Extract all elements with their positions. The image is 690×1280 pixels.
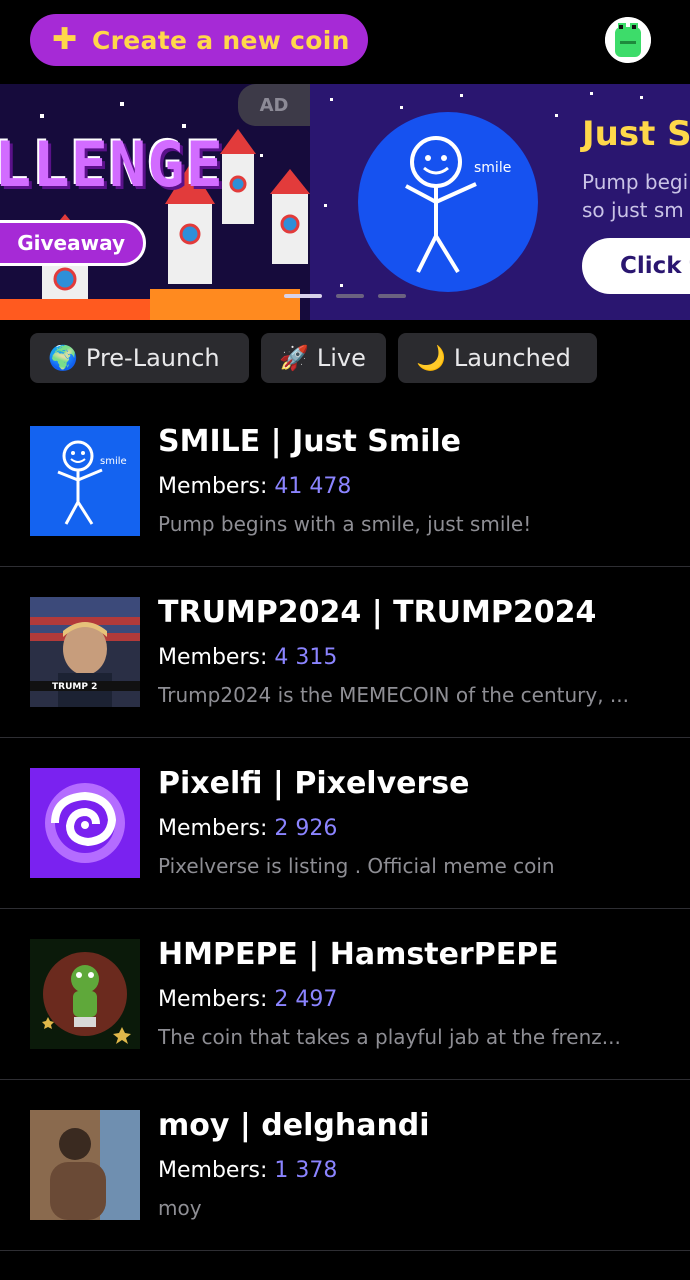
coin-description: Pixelverse is listing . Official meme co… — [158, 854, 555, 878]
promo-carousel[interactable]: LLENGE Giveaway AD smile Just S Pump beg… — [0, 84, 690, 320]
smile-slide-text-line1: Pump begi — [582, 170, 689, 194]
moon-icon: 🌙 — [416, 344, 446, 372]
coin-name: HMPEPE | HamsterPEPE — [158, 937, 559, 972]
carousel-dot-2[interactable] — [336, 294, 364, 298]
coin-thumbnail: TRUMP 2 — [30, 597, 140, 707]
carousel-dot-3[interactable] — [378, 294, 406, 298]
trump-poster-thumb: TRUMP 2 — [30, 597, 140, 707]
members-count: 2 497 — [274, 987, 338, 1012]
coin-name: SMILE | Just Smile — [158, 424, 462, 459]
smile-logo-text: smile — [474, 160, 511, 176]
pixel-swirl-thumb — [30, 768, 140, 878]
coin-thumbnail: smile — [30, 426, 140, 536]
coin-members: Members: 1 378 — [158, 1158, 337, 1183]
coin-name: TRUMP2024 | TRUMP2024 — [158, 595, 597, 630]
tab-launched[interactable]: 🌙 Launched — [398, 333, 597, 383]
members-label: Members: — [158, 1158, 268, 1183]
smile-stickman-thumb: smile — [30, 426, 140, 536]
smile-slide-title: Just S — [582, 114, 690, 154]
members-count: 4 315 — [274, 645, 338, 670]
coin-list: smile SMILE | Just Smile Members: 41 478… — [0, 396, 690, 1251]
carousel-dot-1[interactable] — [284, 294, 322, 298]
coin-list-item[interactable]: moy | delghandi Members: 1 378 moy — [0, 1080, 690, 1251]
coin-thumbnail — [30, 1110, 140, 1220]
tab-live-label: Live — [316, 344, 366, 372]
thumb-trump-text: TRUMP 2 — [52, 682, 97, 692]
coin-description: moy — [158, 1196, 202, 1220]
tab-pre-launch[interactable]: 🌍 Pre-Launch — [30, 333, 249, 383]
coin-name: Pixelfi | Pixelverse — [158, 766, 470, 801]
click-button[interactable]: Click t — [582, 238, 690, 294]
create-coin-button[interactable]: ✚ Create a new coin — [30, 14, 368, 66]
avatar[interactable] — [605, 17, 651, 63]
smile-slide[interactable]: smile Just S Pump begi so just sm Click … — [310, 84, 690, 320]
top-bar: ✚ Create a new coin — [0, 0, 690, 84]
coin-thumbnail — [30, 768, 140, 878]
members-count: 41 478 — [274, 474, 352, 499]
coin-members: Members: 2 497 — [158, 987, 337, 1012]
coin-members: Members: 41 478 — [158, 474, 351, 499]
members-label: Members: — [158, 474, 268, 499]
coin-list-item[interactable]: TRUMP 2 TRUMP2024 | TRUMP2024 Members: 4… — [0, 567, 690, 738]
coin-description: Pump begins with a smile, just smile! — [158, 512, 532, 536]
members-label: Members: — [158, 987, 268, 1012]
rocket-icon: 🚀 — [279, 344, 309, 372]
carousel-indicator[interactable] — [284, 294, 406, 298]
coin-description: The coin that takes a playful jab at the… — [158, 1025, 621, 1049]
tab-launched-label: Launched — [453, 344, 571, 372]
coin-members: Members: 4 315 — [158, 645, 337, 670]
members-label: Members: — [158, 645, 268, 670]
stickman-icon: smile — [405, 136, 511, 274]
coin-list-item[interactable]: HMPEPE | HamsterPEPE Members: 2 497 The … — [0, 909, 690, 1080]
filter-tabs: 🌍 Pre-Launch 🚀 Live 🌙 Launched — [30, 333, 597, 383]
smile-slide-text-line2: so just sm — [582, 198, 684, 222]
thumb-smile-text: smile — [100, 456, 127, 467]
photo-placeholder-thumb — [30, 1110, 140, 1220]
plus-icon: ✚ — [52, 22, 78, 57]
coin-list-item[interactable]: smile SMILE | Just Smile Members: 41 478… — [0, 396, 690, 567]
smile-logo: smile — [358, 112, 538, 292]
members-count: 2 926 — [274, 816, 338, 841]
create-coin-label: Create a new coin — [92, 25, 350, 55]
ad-badge: AD — [238, 84, 310, 126]
pepe-avatar-icon — [605, 17, 651, 63]
coin-description: Trump2024 is the MEMECOIN of the century… — [158, 683, 629, 707]
globe-icon: 🌍 — [48, 344, 78, 372]
tab-pre-launch-label: Pre-Launch — [85, 344, 220, 372]
members-label: Members: — [158, 816, 268, 841]
tab-live[interactable]: 🚀 Live — [261, 333, 386, 383]
coin-thumbnail — [30, 939, 140, 1049]
giveaway-button[interactable]: Giveaway — [0, 220, 146, 266]
coin-members: Members: 2 926 — [158, 816, 337, 841]
coin-list-item[interactable]: Pixelfi | Pixelverse Members: 2 926 Pixe… — [0, 738, 690, 909]
smile-slide-text: Pump begi so just sm — [582, 168, 688, 224]
members-count: 1 378 — [274, 1158, 338, 1183]
hamster-pepe-thumb — [30, 939, 140, 1049]
challenge-title: LLENGE — [0, 128, 224, 201]
coin-name: moy | delghandi — [158, 1108, 430, 1143]
